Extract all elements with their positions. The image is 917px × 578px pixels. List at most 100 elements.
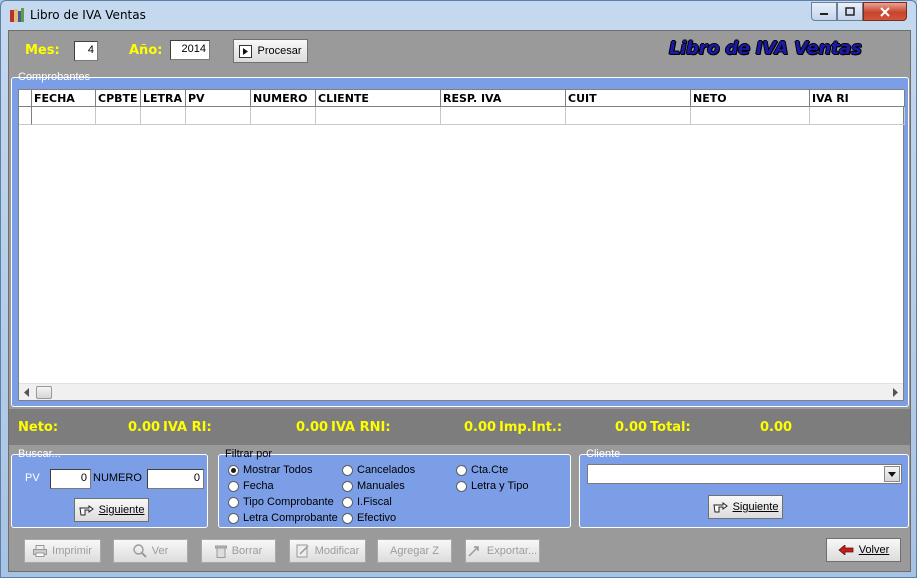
- total-value: 0.00: [760, 420, 793, 435]
- radio-fecha[interactable]: Fecha: [228, 480, 274, 492]
- neto-label: Neto:: [18, 420, 59, 435]
- minimize-button[interactable]: [811, 2, 837, 21]
- modificar-button[interactable]: Modificar: [289, 539, 366, 563]
- cliente-combo[interactable]: [587, 464, 902, 484]
- col-cuit[interactable]: CUIT: [566, 90, 691, 107]
- combo-dropdown-button[interactable]: [884, 466, 900, 482]
- radio-circle: [228, 496, 239, 508]
- pointing-hand-icon: [78, 504, 94, 515]
- procesar-label: Procesar: [257, 45, 302, 57]
- radio-circle: [342, 512, 353, 524]
- table-row[interactable]: [19, 107, 905, 125]
- radio-circle: [342, 496, 353, 508]
- grid-header: FECHA CPBTE LETRA PV NUMERO CLIENTE RESP…: [19, 90, 905, 107]
- anio-input[interactable]: 2014: [170, 40, 210, 60]
- col-cliente[interactable]: CLIENTE: [316, 90, 441, 107]
- row-selector-header: [19, 90, 32, 107]
- radio-manuales[interactable]: Manuales: [342, 480, 405, 492]
- close-button[interactable]: [863, 2, 907, 21]
- buscar-group: Buscar... PV 0 NUMERO 0 Siguiente: [11, 448, 208, 528]
- radio-circle: [342, 464, 353, 476]
- maximize-icon: [845, 6, 855, 16]
- imprimir-button[interactable]: Imprimir: [24, 539, 101, 563]
- col-pv[interactable]: PV: [186, 90, 251, 107]
- radio-circle: [228, 512, 239, 524]
- cell[interactable]: [141, 107, 186, 125]
- col-iva-ri[interactable]: IVA RI: [810, 90, 905, 107]
- magnifier-icon: [133, 544, 147, 558]
- banner-title: Libro de IVA Ventas: [669, 38, 862, 59]
- printer-icon: [33, 545, 48, 557]
- radio-mostrar-todos[interactable]: Mostrar Todos: [228, 464, 313, 476]
- radio-label: Cta.Cte: [471, 464, 509, 476]
- comprobantes-grid[interactable]: FECHA CPBTE LETRA PV NUMERO CLIENTE RESP…: [18, 89, 905, 401]
- chevron-down-icon: [888, 471, 896, 477]
- col-numero[interactable]: NUMERO: [251, 90, 316, 107]
- cell[interactable]: [566, 107, 691, 125]
- radio-label: Letra Comprobante: [243, 512, 338, 524]
- col-resp-iva[interactable]: RESP. IVA: [441, 90, 566, 107]
- edit-document-icon: [296, 544, 309, 558]
- volver-label: Volver: [858, 544, 890, 556]
- radio-circle: [228, 480, 239, 492]
- col-cpbte[interactable]: CPBTE: [96, 90, 141, 107]
- row-selector[interactable]: [19, 107, 32, 125]
- cell[interactable]: [32, 107, 96, 125]
- radio-tipo-comprobante[interactable]: Tipo Comprobante: [228, 496, 334, 508]
- radio-circle: [342, 480, 353, 492]
- pv-input[interactable]: 0: [50, 469, 91, 489]
- trash-icon: [214, 545, 227, 558]
- cell[interactable]: [96, 107, 141, 125]
- buscar-title: Buscar...: [18, 448, 61, 460]
- scrollbar-thumb[interactable]: [36, 386, 52, 399]
- export-icon: [468, 546, 479, 557]
- agregar-z-button[interactable]: Agregar Z: [377, 539, 452, 563]
- radio-label: Cancelados: [357, 464, 416, 476]
- radio-letra-comprobante[interactable]: Letra Comprobante: [228, 512, 338, 524]
- title-bar[interactable]: Libro de IVA Ventas: [1, 1, 916, 29]
- cell[interactable]: [691, 107, 810, 125]
- cliente-siguiente-button[interactable]: Siguiente: [708, 495, 783, 519]
- cell[interactable]: [316, 107, 441, 125]
- col-fecha[interactable]: FECHA: [32, 90, 96, 107]
- borrar-button[interactable]: Borrar: [201, 539, 276, 563]
- imp-int-value: 0.00: [615, 420, 648, 435]
- radio-cta-cte[interactable]: Cta.Cte: [456, 464, 508, 476]
- exportar-label: Exportar...: [486, 545, 538, 557]
- cell[interactable]: [186, 107, 251, 125]
- close-icon: [880, 6, 890, 17]
- cell[interactable]: [251, 107, 316, 125]
- borrar-label: Borrar: [231, 545, 263, 557]
- radio-letra-y-tipo[interactable]: Letra y Tipo: [456, 480, 528, 492]
- scroll-left-icon[interactable]: [23, 388, 31, 397]
- horizontal-scrollbar[interactable]: [19, 383, 903, 400]
- radio-label: Manuales: [357, 480, 405, 492]
- ver-button[interactable]: Ver: [113, 539, 188, 563]
- maximize-button[interactable]: [837, 2, 863, 21]
- radio-efectivo[interactable]: Efectivo: [342, 512, 396, 524]
- radio-label: Fecha: [243, 480, 274, 492]
- radio-ifiscal[interactable]: I.Fiscal: [342, 496, 392, 508]
- iva-rni-label: IVA RNI:: [331, 420, 391, 435]
- numero-label: NUMERO: [93, 472, 142, 484]
- cell[interactable]: [441, 107, 566, 125]
- app-window: Libro de IVA Ventas Mes: 4 Año: 2014 Pro…: [0, 0, 917, 578]
- exportar-button[interactable]: Exportar...: [465, 539, 540, 563]
- mes-input[interactable]: 4: [74, 41, 98, 61]
- totals-bar: Neto: 0.00 IVA RI: 0.00 IVA RNI: 0.00 Im…: [9, 409, 910, 445]
- scroll-right-icon[interactable]: [891, 388, 899, 397]
- minimize-icon: [820, 12, 828, 15]
- cell[interactable]: [810, 107, 905, 125]
- buscar-siguiente-button[interactable]: Siguiente: [74, 498, 149, 522]
- col-letra[interactable]: LETRA: [141, 90, 186, 107]
- radio-cancelados[interactable]: Cancelados: [342, 464, 415, 476]
- procesar-button[interactable]: Procesar: [233, 39, 308, 63]
- volver-button[interactable]: Volver: [826, 538, 901, 562]
- pv-label: PV: [25, 472, 40, 484]
- radio-label: I.Fiscal: [357, 496, 392, 508]
- neto-value: 0.00: [128, 420, 161, 435]
- filtrar-group: Filtrar por Mostrar Todos Fecha Tipo Com…: [218, 448, 571, 528]
- iva-ri-label: IVA RI:: [163, 420, 212, 435]
- col-neto[interactable]: NETO: [691, 90, 810, 107]
- numero-input[interactable]: 0: [147, 469, 204, 489]
